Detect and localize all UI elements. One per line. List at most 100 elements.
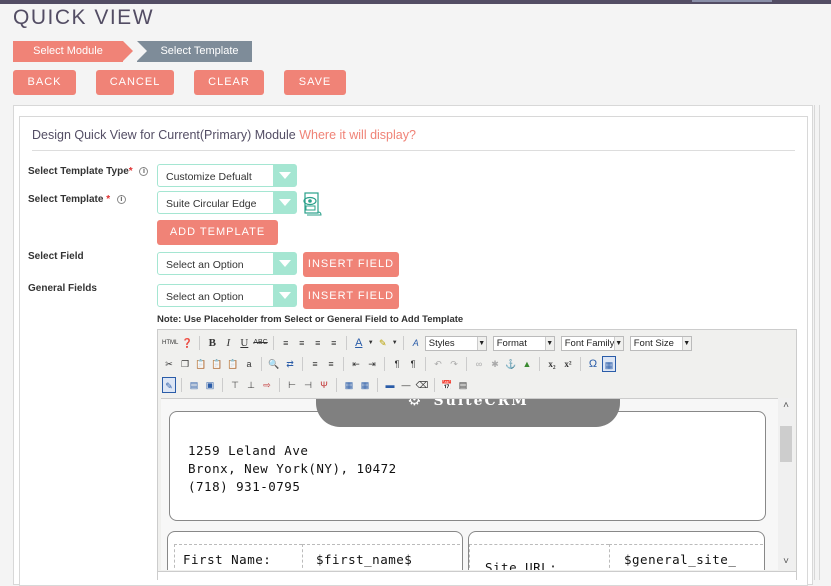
ltr-icon[interactable]: ¶ bbox=[390, 356, 404, 372]
editor-content-area[interactable]: 1259 Leland Ave Bronx, New York(NY), 104… bbox=[161, 398, 778, 570]
print-icon[interactable]: ▤ bbox=[456, 377, 470, 393]
save-button[interactable]: SAVE bbox=[284, 70, 346, 95]
undo-icon[interactable]: ↶ bbox=[431, 356, 445, 372]
find-icon[interactable]: 🔍 bbox=[267, 356, 281, 372]
copy-icon[interactable]: ❐ bbox=[178, 356, 192, 372]
insert-row-before-icon[interactable]: ⊤ bbox=[228, 377, 242, 393]
replace-icon[interactable]: ⇄ bbox=[283, 356, 297, 372]
page-title: QUICK VIEW bbox=[13, 6, 155, 29]
rich-text-editor: HTML ❓ B I U ABC ≡ ≡ ≡ ≡ A ▼ ✎ ▼ A Style… bbox=[157, 329, 797, 581]
chevron-down-icon[interactable] bbox=[272, 192, 296, 213]
chevron-down-icon[interactable] bbox=[272, 165, 296, 186]
info-icon[interactable]: i bbox=[116, 194, 126, 204]
chevron-down-icon[interactable] bbox=[272, 285, 296, 306]
insert-general-field-button[interactable]: INSERT FIELD bbox=[303, 284, 399, 309]
underline-icon[interactable]: U bbox=[237, 335, 251, 351]
field-label: Site URL: bbox=[485, 560, 558, 570]
rtl-icon[interactable]: ¶ bbox=[406, 356, 420, 372]
scroll-down-icon[interactable]: ˅ bbox=[778, 554, 794, 570]
strikethrough-icon[interactable]: ABC bbox=[253, 335, 267, 351]
select-all-icon[interactable]: a bbox=[242, 356, 256, 372]
active-tab-indicator bbox=[692, 0, 772, 2]
insert-col-before-icon[interactable]: ⊢ bbox=[285, 377, 299, 393]
paste-text-icon[interactable]: 📋 bbox=[210, 356, 224, 372]
cell-props-icon[interactable]: ▣ bbox=[203, 377, 217, 393]
cancel-button[interactable]: CANCEL bbox=[96, 70, 174, 95]
align-right-icon[interactable]: ≡ bbox=[311, 335, 325, 351]
merge-cells-icon[interactable]: ▦ bbox=[358, 377, 372, 393]
highlight-color-icon[interactable]: ✎ bbox=[376, 335, 390, 351]
help-icon[interactable]: ❓ bbox=[180, 335, 194, 351]
step-select-module[interactable]: Select Module bbox=[13, 41, 133, 62]
outdent-icon[interactable]: ⇤ bbox=[349, 356, 363, 372]
italic-icon[interactable]: I bbox=[221, 335, 235, 351]
insert-row-after-icon[interactable]: ⊥ bbox=[244, 377, 258, 393]
scroll-up-icon[interactable]: ˄ bbox=[778, 398, 794, 414]
add-template-button[interactable]: ADD TEMPLATE bbox=[157, 220, 278, 245]
format-select[interactable]: Format ▼ bbox=[492, 335, 555, 351]
align-left-icon[interactable]: ≡ bbox=[279, 335, 293, 351]
indent-icon[interactable]: ⇥ bbox=[365, 356, 379, 372]
toolbar-separator bbox=[272, 336, 274, 350]
back-button[interactable]: BACK bbox=[13, 70, 76, 95]
clear-button[interactable]: CLEAR bbox=[194, 70, 264, 95]
special-char-icon[interactable]: Ω bbox=[586, 356, 600, 372]
where-display-link[interactable]: Where it will display? bbox=[299, 128, 416, 142]
font-family-select[interactable]: Font Family ▼ bbox=[560, 335, 624, 351]
image-icon[interactable]: ▲ bbox=[520, 356, 534, 372]
chevron-down-icon[interactable]: ▼ bbox=[368, 335, 374, 351]
field-placeholder: $general_site_ bbox=[624, 552, 737, 567]
step-select-template[interactable]: Select Template bbox=[137, 41, 252, 62]
bullet-list-icon[interactable]: ≡ bbox=[308, 356, 322, 372]
subscript-icon[interactable]: x₂ bbox=[545, 356, 559, 372]
align-justify-icon[interactable]: ≡ bbox=[327, 335, 341, 351]
template-type-select[interactable]: Customize Defualt bbox=[157, 164, 297, 187]
bold-icon[interactable]: B bbox=[205, 335, 219, 351]
hr-icon[interactable]: ▬ bbox=[383, 377, 397, 393]
table-icon[interactable]: ▦ bbox=[602, 356, 616, 372]
visual-aid-icon[interactable]: ✎ bbox=[162, 377, 176, 393]
paste-word-icon[interactable]: 📋 bbox=[226, 356, 240, 372]
font-size-select[interactable]: Font Size ▼ bbox=[629, 335, 692, 351]
preview-template-icon[interactable] bbox=[301, 192, 324, 216]
toolbar-separator bbox=[279, 378, 280, 392]
field-label: First Name: bbox=[183, 552, 272, 567]
toolbar-separator bbox=[181, 378, 182, 392]
page-scrollbar[interactable] bbox=[814, 105, 820, 580]
chevron-down-icon[interactable]: ▼ bbox=[392, 335, 398, 351]
toolbar-separator bbox=[343, 357, 344, 371]
insert-col-after-icon[interactable]: ⊣ bbox=[301, 377, 315, 393]
toolbar-separator bbox=[425, 357, 426, 371]
paste-icon[interactable]: 📋 bbox=[194, 356, 208, 372]
logo-text: SuiteCRM bbox=[433, 398, 529, 409]
text-color-icon[interactable]: A bbox=[352, 335, 366, 351]
divider bbox=[32, 150, 795, 151]
delete-col-icon[interactable]: Ψ bbox=[317, 377, 331, 393]
styles-select[interactable]: Styles ▼ bbox=[424, 335, 487, 351]
scrollbar-thumb[interactable] bbox=[780, 426, 792, 462]
general-fields-dropdown[interactable]: Select an Option bbox=[157, 284, 297, 307]
info-icon[interactable]: i bbox=[139, 166, 149, 176]
numbered-list-icon[interactable]: ≡ bbox=[324, 356, 338, 372]
redo-icon[interactable]: ↷ bbox=[447, 356, 461, 372]
template-label-text: Select Template bbox=[28, 194, 104, 205]
styles-icon[interactable]: A bbox=[409, 335, 423, 351]
insert-field-button[interactable]: INSERT FIELD bbox=[303, 252, 399, 277]
chevron-down-icon[interactable] bbox=[272, 253, 296, 274]
horizontal-rule-icon[interactable]: — bbox=[399, 377, 413, 393]
row-props-icon[interactable]: ▤ bbox=[187, 377, 201, 393]
editor-scrollbar[interactable]: ˄ ˅ bbox=[778, 398, 794, 570]
link-icon[interactable]: ∞ bbox=[472, 356, 486, 372]
delete-row-icon[interactable]: ⇨ bbox=[260, 377, 274, 393]
select-field-dropdown[interactable]: Select an Option bbox=[157, 252, 297, 275]
unlink-icon[interactable]: ✱ bbox=[488, 356, 502, 372]
cut-icon[interactable]: ✂ bbox=[162, 356, 176, 372]
split-cells-icon[interactable]: ▦ bbox=[342, 377, 356, 393]
superscript-icon[interactable]: x² bbox=[561, 356, 575, 372]
remove-format-icon[interactable]: ⌫ bbox=[415, 377, 429, 393]
anchor-icon[interactable]: ⚓ bbox=[504, 356, 518, 372]
html-source-icon[interactable]: HTML bbox=[162, 335, 178, 351]
template-select[interactable]: Suite Circular Edge bbox=[157, 191, 297, 214]
insert-date-icon[interactable]: 📅 bbox=[440, 377, 454, 393]
align-center-icon[interactable]: ≡ bbox=[295, 335, 309, 351]
